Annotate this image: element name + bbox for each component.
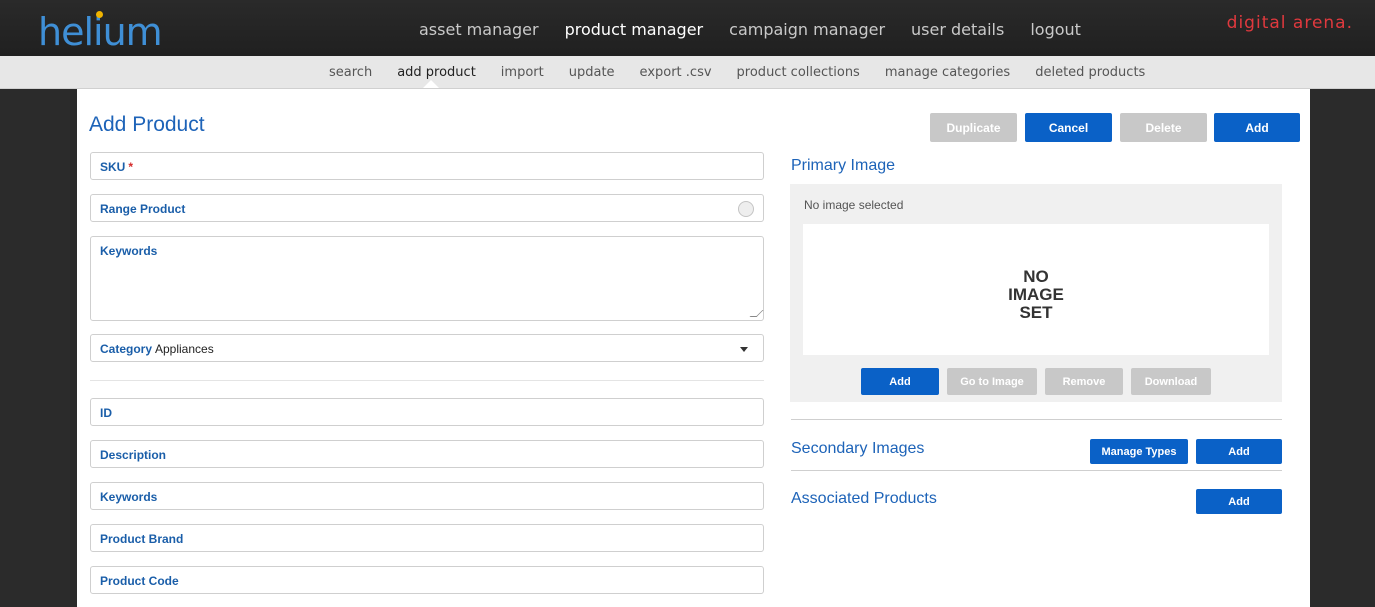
id-label: ID (100, 406, 112, 420)
range-product-field: Range Product (90, 194, 764, 222)
form-divider (90, 380, 764, 381)
product-code-field[interactable]: Product Code (90, 566, 764, 594)
subnav-update[interactable]: update (569, 65, 615, 80)
page-title: Add Product (89, 113, 205, 136)
active-tab-caret-icon (423, 80, 439, 88)
add-product-button[interactable]: Add (1214, 113, 1300, 142)
subnav-export-csv[interactable]: export .csv (640, 65, 712, 80)
keywords-field[interactable]: Keywords (90, 482, 764, 510)
subnav-search[interactable]: search (329, 65, 372, 80)
nav-asset-manager[interactable]: asset manager (419, 20, 539, 39)
associated-add-button[interactable]: Add (1196, 489, 1282, 514)
id-field[interactable]: ID (90, 398, 764, 426)
category-value: Appliances (155, 342, 214, 356)
secondary-add-button[interactable]: Add (1196, 439, 1282, 464)
secondary-images-title: Secondary Images (791, 440, 925, 457)
category-label: Category (100, 342, 153, 356)
nav-campaign-manager[interactable]: campaign manager (729, 20, 885, 39)
product-brand-label: Product Brand (100, 532, 184, 546)
no-image-placeholder: NO IMAGE SET (1008, 267, 1064, 322)
manage-types-button[interactable]: Manage Types (1090, 439, 1188, 464)
required-marker: * (128, 160, 134, 174)
description-field[interactable]: Description (90, 440, 764, 468)
sub-navigation-bar: search add product import update export … (0, 56, 1375, 89)
duplicate-button[interactable]: Duplicate (930, 113, 1017, 142)
sku-label: SKU * (100, 160, 134, 174)
delete-button[interactable]: Delete (1120, 113, 1207, 142)
subnav-manage-categories[interactable]: manage categories (885, 65, 1010, 80)
subnav-deleted-products[interactable]: deleted products (1035, 65, 1145, 80)
image-add-button[interactable]: Add (861, 368, 939, 395)
sku-field[interactable]: SKU * (90, 152, 764, 180)
section-divider (791, 419, 1282, 420)
image-remove-button[interactable]: Remove (1045, 368, 1123, 395)
associated-products-title: Associated Products (791, 490, 937, 507)
product-code-label: Product Code (100, 574, 179, 588)
brand-logo: digital arena. (1226, 13, 1353, 33)
description-label: Description (100, 448, 167, 462)
resize-handle-icon[interactable] (749, 310, 764, 317)
nav-product-manager[interactable]: product manager (565, 20, 704, 39)
nav-user-details[interactable]: user details (911, 20, 1004, 39)
top-navigation-bar: helium asset manager product manager cam… (0, 0, 1375, 56)
chevron-down-icon (740, 347, 748, 352)
sub-nav: search add product import update export … (329, 65, 1170, 80)
primary-image-title: Primary Image (791, 157, 896, 174)
product-brand-field[interactable]: Product Brand (90, 524, 764, 552)
section-divider (791, 470, 1282, 471)
main-nav: asset manager product manager campaign m… (419, 20, 1107, 39)
keywords2-label: Keywords (100, 490, 158, 504)
image-preview: NO IMAGE SET (803, 224, 1269, 355)
go-to-image-button[interactable]: Go to Image (947, 368, 1037, 395)
keywords-textarea[interactable]: Keywords (90, 236, 764, 321)
subnav-product-collections[interactable]: product collections (737, 65, 860, 80)
subnav-import[interactable]: import (501, 65, 544, 80)
image-download-button[interactable]: Download (1131, 368, 1211, 395)
nav-logout[interactable]: logout (1030, 20, 1081, 39)
range-product-label: Range Product (100, 202, 186, 216)
image-status: No image selected (804, 198, 904, 212)
cancel-button[interactable]: Cancel (1025, 113, 1112, 142)
category-select[interactable]: Category Appliances (90, 334, 764, 362)
range-product-toggle[interactable] (738, 201, 754, 217)
logo-dot-icon (96, 11, 103, 18)
keywords-label: Keywords (100, 244, 158, 258)
subnav-add-product[interactable]: add product (397, 65, 476, 80)
